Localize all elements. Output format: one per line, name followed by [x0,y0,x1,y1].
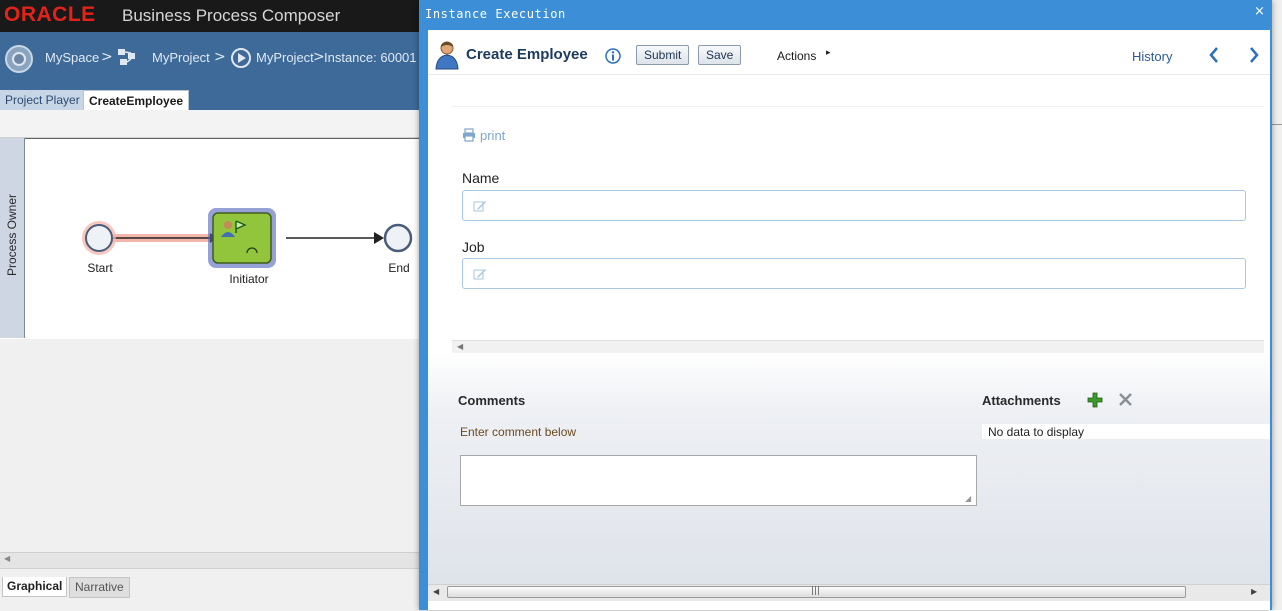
initiator-task[interactable] [212,212,272,264]
save-button[interactable]: Save [698,45,742,65]
tab-create-employee[interactable]: CreateEmployee [83,90,190,110]
canvas-horizontal-scrollbar[interactable] [0,552,420,569]
breadcrumb-myproject[interactable]: MyProject [152,50,210,65]
tab-project-player[interactable]: Project Player [0,90,85,110]
start-event[interactable] [85,224,113,252]
comment-textarea[interactable] [460,455,977,506]
menu-arrow-icon[interactable]: ▸ [826,48,831,58]
project-icon [118,49,135,65]
breadcrumb-separator: > [313,49,325,65]
background-right-edge [1272,0,1282,610]
breadcrumb-myproject-player[interactable]: MyProject [256,50,314,65]
chevron-right-icon[interactable] [1247,44,1261,66]
comments-hint: Enter comment below [460,425,577,439]
form-horizontal-scrollbar[interactable] [452,340,1264,354]
swimlane-label: Process Owner [5,193,19,277]
actions-menu[interactable]: Actions [777,49,816,63]
oracle-logo: ORACLE [4,3,96,26]
canvas-empty-area [0,339,420,552]
divider [1272,124,1282,125]
home-icon[interactable] [4,44,34,74]
history-link[interactable]: History [1132,49,1172,64]
info-icon[interactable] [605,48,621,64]
attachments-title: Attachments [982,393,1061,408]
close-icon[interactable]: × [1254,4,1265,19]
resize-grip-icon[interactable]: ◢ [965,494,971,503]
breadcrumb-instance[interactable]: Instance: 60001 [324,50,417,65]
divider [428,74,1270,75]
scroll-left-arrow-icon[interactable]: ◀ [4,554,10,563]
attachments-empty-message: No data to display [988,425,1085,439]
delete-icon[interactable] [1118,392,1133,407]
breadcrumb-separator: > [214,49,226,65]
scroll-left-arrow-icon[interactable]: ◀ [457,342,463,351]
user-icon [435,41,459,70]
name-input[interactable] [462,190,1246,221]
play-icon [231,48,251,68]
edit-icon [473,201,486,212]
tab-graphical[interactable]: Graphical [2,577,68,597]
name-label: Name [462,170,500,186]
job-input[interactable] [462,258,1246,289]
comments-title: Comments [458,393,526,408]
start-label: Start [87,261,113,275]
process-diagram [82,208,413,268]
app-title: Business Process Composer [122,6,341,25]
form-panel [452,106,1264,341]
scroll-left-arrow-icon[interactable]: ◀ [433,587,439,596]
submit-button[interactable]: Submit [636,45,690,65]
dialog-title: Instance Execution [425,7,566,21]
scroll-right-arrow-icon[interactable]: ▶ [1251,587,1257,596]
breadcrumb-myspace[interactable]: MySpace [45,50,99,65]
flow-arrowhead [374,232,384,244]
scrollbar-grip-icon: ||| [811,586,821,596]
job-label: Job [462,239,485,255]
task-title: Create Employee [466,46,588,63]
end-event[interactable] [383,223,413,253]
breadcrumb-separator: > [101,49,113,65]
chevron-left-icon[interactable] [1207,44,1221,66]
print-link[interactable]: print [462,128,505,143]
task-label: Initiator [229,272,269,286]
edit-icon [473,269,486,280]
tab-narrative[interactable]: Narrative [69,577,130,598]
add-icon[interactable] [1087,392,1103,408]
